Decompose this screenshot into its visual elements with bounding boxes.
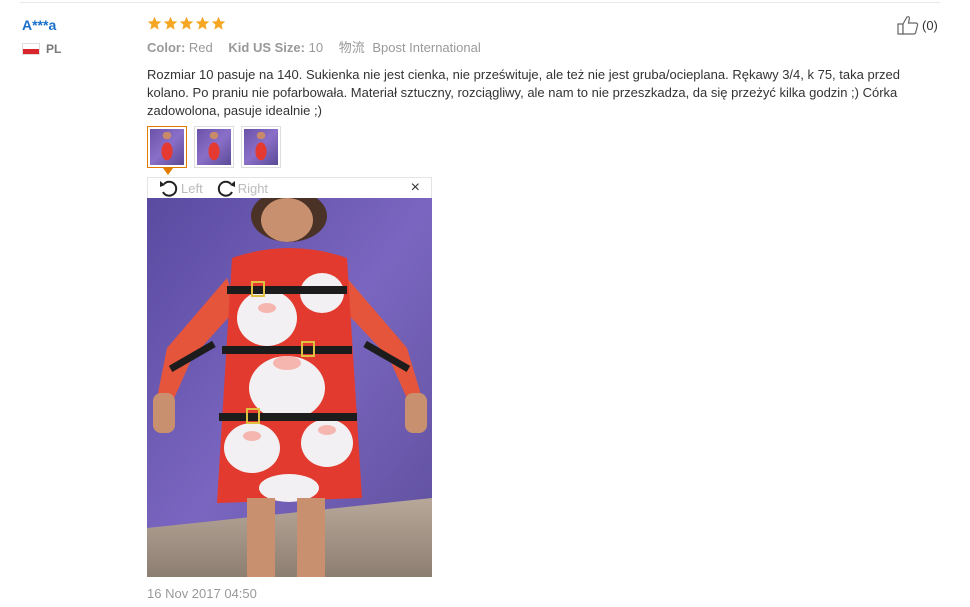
- rotate-left-icon: [160, 180, 178, 197]
- rotate-left-label: Left: [181, 180, 203, 196]
- photo-viewer-toolbar: Left Right ×: [147, 177, 432, 198]
- thumbs-up-icon: [897, 16, 919, 35]
- rotate-right-button[interactable]: Right: [215, 178, 268, 198]
- review-photo: [147, 198, 432, 577]
- rotate-left-button[interactable]: Left: [158, 178, 203, 198]
- thumbnail-2[interactable]: [194, 126, 234, 168]
- thumbnail-image: [244, 129, 278, 165]
- shipping-value: Bpost International: [372, 40, 481, 55]
- star-icon: [163, 16, 178, 30]
- star-icon: [179, 16, 194, 30]
- reviewer-info: A***a PL: [22, 16, 132, 56]
- top-divider: [20, 2, 940, 3]
- star-icon: [195, 16, 210, 30]
- color-label: Color:: [147, 40, 186, 55]
- star-rating: [147, 16, 937, 34]
- color-value: Red: [188, 40, 213, 55]
- rotate-right-label: Right: [237, 180, 269, 196]
- helpful-button[interactable]: (0): [897, 15, 938, 35]
- reviewer-country: PL: [22, 42, 132, 56]
- thumbnail-image: [197, 129, 231, 165]
- girl-in-christmas-dress-image: [147, 198, 432, 577]
- review-content: Color: Red Kid US Size: 10 物流 Bpost Inte…: [147, 16, 937, 120]
- photo-thumbnails: [147, 126, 281, 175]
- thumbnail-3[interactable]: [241, 126, 281, 168]
- poland-flag-icon: [22, 43, 40, 55]
- helpful-count: (0): [922, 17, 938, 33]
- shipping-label: 物流: [338, 40, 365, 55]
- review-text: Rozmiar 10 pasuje na 140. Sukienka nie j…: [147, 67, 900, 118]
- close-viewer-button[interactable]: ×: [411, 179, 420, 197]
- country-code: PL: [46, 42, 62, 56]
- size-value: 10: [308, 40, 324, 55]
- thumbnail-1[interactable]: [147, 126, 187, 175]
- star-icon: [147, 16, 162, 30]
- order-attributes: Color: Red Kid US Size: 10 物流 Bpost Inte…: [147, 39, 937, 57]
- size-label: Kid US Size:: [228, 40, 305, 55]
- rotate-right-icon: [217, 180, 235, 197]
- star-icon: [211, 16, 226, 30]
- reviewer-name[interactable]: A***a: [22, 16, 132, 34]
- review-date: 16 Nov 2017 04:50: [147, 586, 257, 601]
- thumbnail-image: [150, 129, 184, 165]
